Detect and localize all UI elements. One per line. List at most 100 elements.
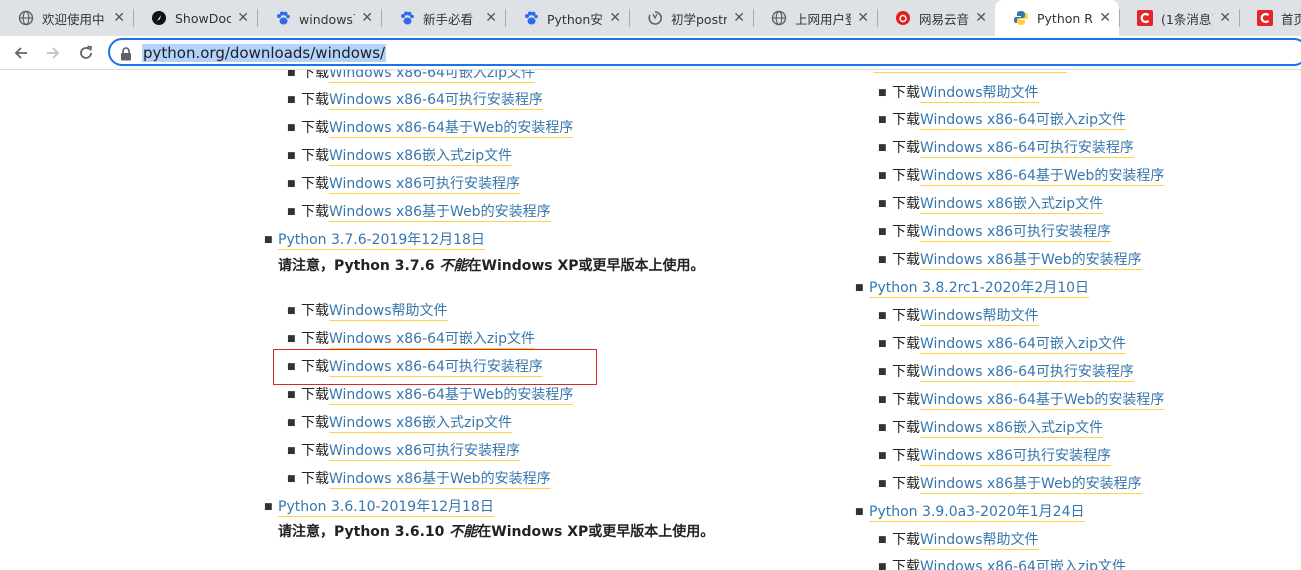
download-link[interactable]: Windows帮助文件	[920, 308, 1039, 326]
list-item: ■ 下载Windows x86-64基于Web的安装程序	[878, 166, 1165, 186]
download-link[interactable]: Windows x86基于Web的安装程序	[920, 252, 1142, 270]
download-link[interactable]: Windows x86嵌入式zip文件	[920, 420, 1104, 438]
globe-icon	[18, 10, 34, 26]
tab-close-icon[interactable]: ✕	[485, 10, 497, 26]
download-link[interactable]: Windows x86-64基于Web的安装程序	[920, 168, 1165, 186]
reload-button[interactable]	[75, 42, 97, 64]
tab-separator	[1239, 9, 1240, 27]
tab-7[interactable]: 网易云音乐 ✕	[877, 0, 995, 36]
download-link[interactable]: Windows x86-64可嵌入zip文件	[920, 559, 1127, 570]
tab-separator	[1119, 9, 1120, 27]
tab-title: Python Re	[1037, 10, 1093, 26]
right-column: ■ 下载Windows帮助文件 ■ 下载Windows x86-64可嵌入zip文件…	[0, 70, 1301, 570]
download-prefix: 下载	[892, 196, 920, 212]
download-link[interactable]: Windows x86-64可执行安装程序	[920, 140, 1134, 158]
download-link[interactable]: Windows x86-64可嵌入zip文件	[920, 112, 1127, 130]
bullet: ■	[878, 88, 887, 98]
csdn-icon	[1257, 10, 1273, 26]
tab-close-icon[interactable]: ✕	[113, 10, 125, 26]
tab-title: 首页	[1281, 11, 1301, 27]
download-prefix: 下载	[892, 476, 920, 492]
tab-close-icon[interactable]: ✕	[361, 10, 373, 26]
list-item: ■ 下载Windows帮助文件	[878, 306, 1039, 326]
address-bar[interactable]: python.org/downloads/windows/	[108, 38, 1301, 66]
globe-icon	[771, 10, 787, 26]
bullet: ■	[878, 339, 887, 349]
netease-music-icon	[895, 10, 911, 26]
release-link-382rc1[interactable]: Python 3.8.2rc1-2020年2月10日	[869, 280, 1090, 298]
list-item: ■ 下载Windows x86嵌入式zip文件	[878, 418, 1104, 438]
tab-8-active[interactable]: Python Re ✕	[995, 0, 1119, 36]
download-link[interactable]: Windows x86基于Web的安装程序	[920, 476, 1142, 494]
download-prefix: 下载	[892, 559, 920, 570]
tab-10[interactable]: 首页	[1239, 0, 1301, 36]
list-item: ■ 下载Windows x86可执行安装程序	[878, 446, 1112, 466]
forward-arrow-icon	[47, 47, 60, 59]
tab-close-icon[interactable]: ✕	[975, 10, 987, 26]
lock-icon	[120, 46, 132, 65]
download-prefix: 下载	[892, 140, 920, 156]
download-prefix: 下载	[892, 364, 920, 380]
tab-title: 网易云音乐	[919, 11, 970, 27]
tab-2[interactable]: windows下 ✕	[257, 0, 381, 36]
download-link[interactable]: Windows帮助文件	[920, 85, 1039, 103]
download-link[interactable]: Windows x86-64可嵌入zip文件	[920, 336, 1127, 354]
tab-title: windows下	[299, 11, 355, 27]
list-item: ■ 下载Windows x86基于Web的安装程序	[878, 250, 1142, 270]
tab-5[interactable]: 初学postm ✕	[629, 0, 753, 36]
tab-4[interactable]: Python安 ✕	[505, 0, 629, 36]
page-content: ■ 下载Windows x86-64可嵌入zip文件 ■ 下载Windows x86…	[0, 70, 1301, 570]
download-link[interactable]: Windows x86可执行安装程序	[920, 224, 1112, 242]
tab-title: Python安	[547, 11, 603, 27]
back-arrow-icon	[14, 47, 27, 59]
browser-toolbar: python.org/downloads/windows/	[0, 36, 1301, 70]
list-item: ■ 下载Windows帮助文件	[878, 530, 1039, 550]
download-link[interactable]: Windows x86嵌入式zip文件	[920, 196, 1104, 214]
download-prefix: 下载	[892, 420, 920, 436]
list-item: ■ 下载Windows x86基于Web的安装程序	[878, 474, 1142, 494]
tab-close-icon[interactable]: ✕	[1099, 10, 1111, 26]
release-link-390a3[interactable]: Python 3.9.0a3-2020年1月24日	[869, 504, 1085, 522]
tab-separator	[505, 9, 506, 27]
baidu-paw-icon	[523, 10, 539, 26]
tab-9[interactable]: (1条消息)关 ✕	[1119, 0, 1239, 36]
tab-3[interactable]: 新手必看 ✕	[381, 0, 505, 36]
bullet: ■	[878, 562, 887, 570]
tab-1[interactable]: ShowDoc- ✕	[133, 0, 257, 36]
bullet: ■	[878, 311, 887, 321]
tab-close-icon[interactable]: ✕	[1219, 10, 1231, 26]
baidu-paw-icon	[275, 10, 291, 26]
list-item: ■ 下载Windows x86-64可嵌入zip文件	[878, 334, 1127, 354]
download-prefix: 下载	[892, 224, 920, 240]
tab-close-icon[interactable]: ✕	[857, 10, 869, 26]
bullet: ■	[878, 479, 887, 489]
tab-separator	[753, 9, 754, 27]
tab-separator	[257, 9, 258, 27]
download-link[interactable]: Windows x86可执行安装程序	[920, 448, 1112, 466]
python-icon	[1013, 10, 1029, 26]
download-prefix: 下载	[892, 112, 920, 128]
list-item: ■ 下载Windows x86嵌入式zip文件	[878, 194, 1104, 214]
forward-button[interactable]	[42, 42, 64, 64]
bullet: ■	[878, 451, 887, 461]
download-prefix: 下载	[892, 448, 920, 464]
tab-close-icon[interactable]: ✕	[609, 10, 621, 26]
download-prefix: 下载	[892, 85, 920, 101]
tab-close-icon[interactable]: ✕	[733, 10, 745, 26]
tab-separator	[133, 9, 134, 27]
download-link[interactable]: Windows x86-64基于Web的安装程序	[920, 392, 1165, 410]
tab-close-icon[interactable]: ✕	[237, 10, 249, 26]
download-link[interactable]: Windows帮助文件	[920, 532, 1039, 550]
tab-title: ShowDoc-	[175, 10, 232, 26]
download-prefix: 下载	[892, 252, 920, 268]
loading-icon	[647, 10, 663, 26]
tab-title: 上网用户登	[795, 11, 852, 27]
download-link[interactable]: Windows x86-64可执行安装程序	[920, 364, 1134, 382]
reload-icon	[80, 45, 93, 59]
bullet: ■	[878, 255, 887, 265]
url-text[interactable]: python.org/downloads/windows/	[142, 44, 387, 62]
tab-0[interactable]: 欢迎使用中 ✕	[0, 0, 133, 36]
tab-6[interactable]: 上网用户登 ✕	[753, 0, 877, 36]
back-button[interactable]	[10, 42, 32, 64]
list-item: ■ 下载Windows x86-64基于Web的安装程序	[878, 390, 1165, 410]
